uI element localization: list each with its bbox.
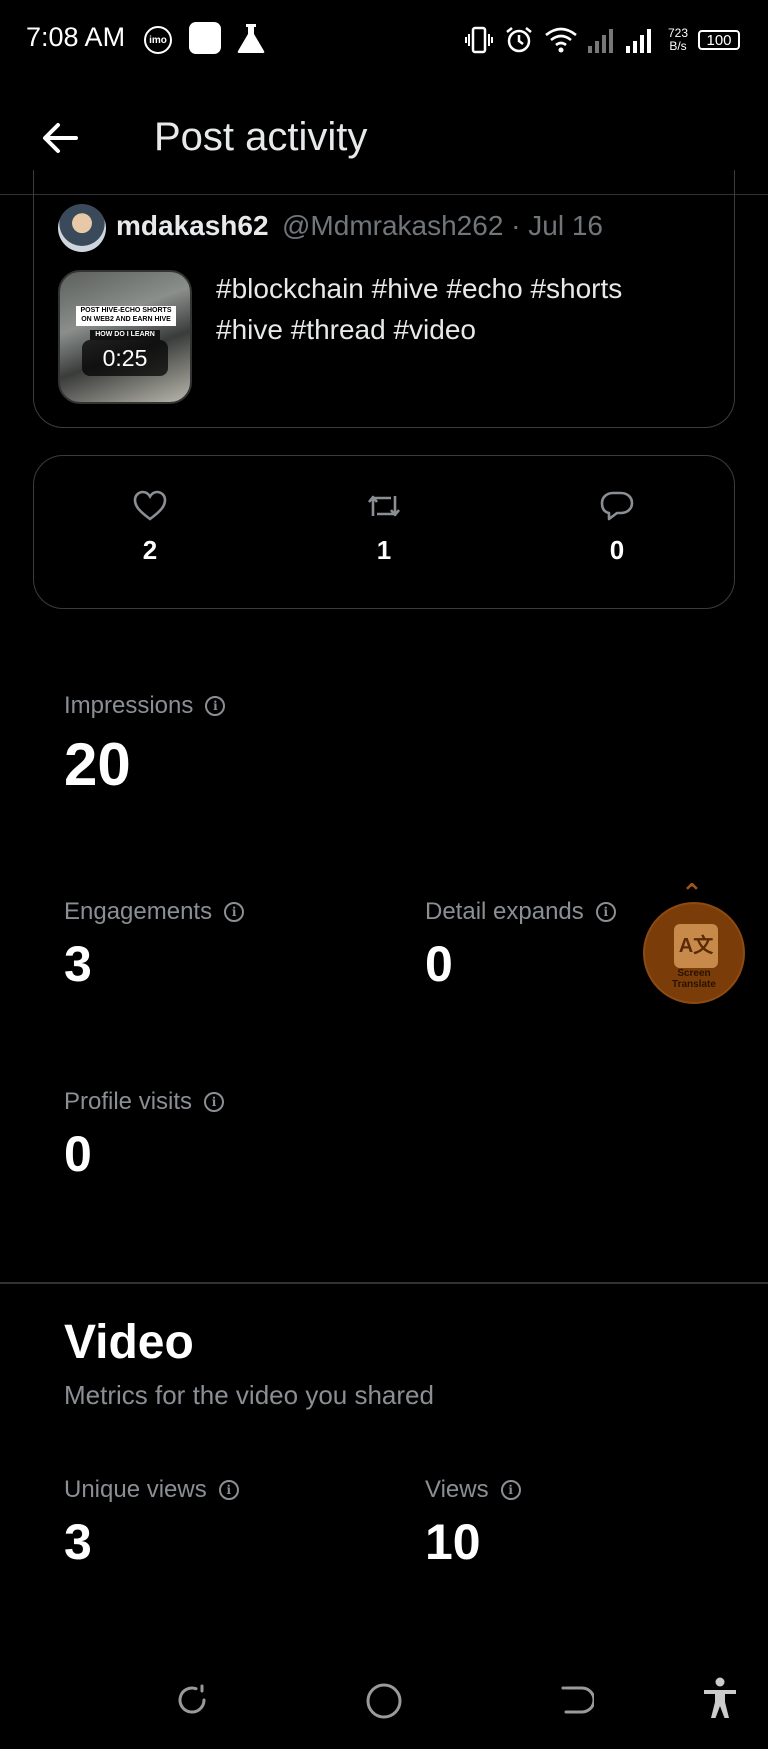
navigation-bar	[0, 1660, 768, 1749]
net-speed: 723 B/s	[668, 27, 688, 53]
profile-visits-label: Profile visits	[64, 1088, 193, 1115]
recents-icon[interactable]	[174, 1682, 210, 1718]
screen-translate-line-1: Screen	[677, 968, 711, 979]
heart-icon	[133, 490, 167, 521]
section-divider	[0, 1282, 768, 1284]
impressions-label-row: Impressions i	[64, 692, 226, 720]
flask-icon	[237, 24, 265, 53]
app-square-icon	[189, 22, 221, 54]
battery-icon: 100	[698, 30, 740, 50]
net-speed-unit: B/s	[669, 39, 687, 53]
unique-views-label-row: Unique views i	[64, 1476, 239, 1504]
reposts-stat[interactable]: 1	[334, 490, 434, 566]
detail-expands-value: 0	[425, 936, 453, 992]
info-icon[interactable]: i	[595, 902, 616, 922]
screen-translate-line-2: Translate	[672, 979, 716, 990]
alarm-icon	[506, 27, 532, 53]
info-icon[interactable]: i	[205, 696, 226, 716]
post-handle-date: @Mdmrakash262 · Jul 16	[282, 210, 604, 241]
unique-views-value: 3	[64, 1514, 92, 1570]
impressions-label: Impressions	[64, 692, 194, 719]
status-icons: 723 B/s 100	[464, 20, 740, 60]
detail-expands-label: Detail expands	[425, 898, 584, 925]
page-title: Post activity	[154, 115, 368, 159]
profile-visits-value: 0	[64, 1126, 92, 1182]
profile-visits-label-row: Profile visits i	[64, 1088, 225, 1116]
video-duration: 0:25	[82, 340, 168, 376]
vibrate-icon	[464, 26, 493, 54]
status-time: 7:08 AM	[26, 22, 126, 52]
reposts-count: 1	[376, 535, 392, 565]
wifi-icon	[545, 27, 577, 53]
info-icon[interactable]: i	[204, 1092, 225, 1112]
screen-translate-label: Screen Translate	[645, 968, 743, 990]
screen-translate-button[interactable]: A文 Screen Translate	[643, 902, 745, 1004]
repost-icon	[367, 495, 401, 517]
info-icon[interactable]: i	[500, 1480, 521, 1500]
status-bar: 7:08 AM imo 723 B/s 100	[0, 0, 768, 80]
post-text: #blockchain #hive #echo #shorts #hive #t…	[216, 268, 696, 350]
accessibility-icon[interactable]	[700, 1676, 740, 1720]
info-icon[interactable]: i	[218, 1480, 239, 1500]
back-icon[interactable]	[558, 1682, 594, 1718]
translate-icon: A文	[674, 924, 718, 968]
detail-expands-label-row: Detail expands i	[425, 898, 616, 926]
likes-stat[interactable]: 2	[100, 490, 200, 566]
back-arrow-icon[interactable]	[40, 118, 80, 158]
views-value: 10	[425, 1514, 481, 1570]
replies-count: 0	[609, 535, 625, 565]
impressions-value: 20	[64, 731, 131, 798]
video-section-subtitle: Metrics for the video you shared	[64, 1380, 434, 1410]
engagements-label: Engagements	[64, 898, 213, 925]
post-username[interactable]: mdakash62	[116, 210, 269, 242]
replies-stat[interactable]: 0	[567, 490, 667, 566]
engagements-value: 3	[64, 936, 92, 992]
imo-icon: imo	[144, 26, 172, 54]
thumbnail-caption-2: HOW DO I LEARN	[90, 330, 160, 340]
avatar[interactable]	[58, 204, 106, 252]
engagements-label-row: Engagements i	[64, 898, 245, 926]
home-icon[interactable]	[364, 1681, 404, 1721]
views-label: Views	[425, 1476, 489, 1503]
reply-icon	[600, 491, 634, 521]
likes-count: 2	[142, 535, 158, 565]
signal-icon	[587, 29, 651, 53]
post-text-line-2: #hive #thread #video	[216, 314, 476, 345]
thumbnail-caption: POST HIVE-ECHO SHORTS ON WEB2 AND EARN H…	[76, 306, 176, 326]
video-section-title: Video	[64, 1316, 194, 1369]
post-text-line-1: #blockchain #hive #echo #shorts	[216, 273, 623, 304]
views-label-row: Views i	[425, 1476, 521, 1504]
unique-views-label: Unique views	[64, 1476, 207, 1503]
video-thumbnail[interactable]: POST HIVE-ECHO SHORTS ON WEB2 AND EARN H…	[58, 270, 192, 404]
info-icon[interactable]: i	[224, 902, 245, 922]
